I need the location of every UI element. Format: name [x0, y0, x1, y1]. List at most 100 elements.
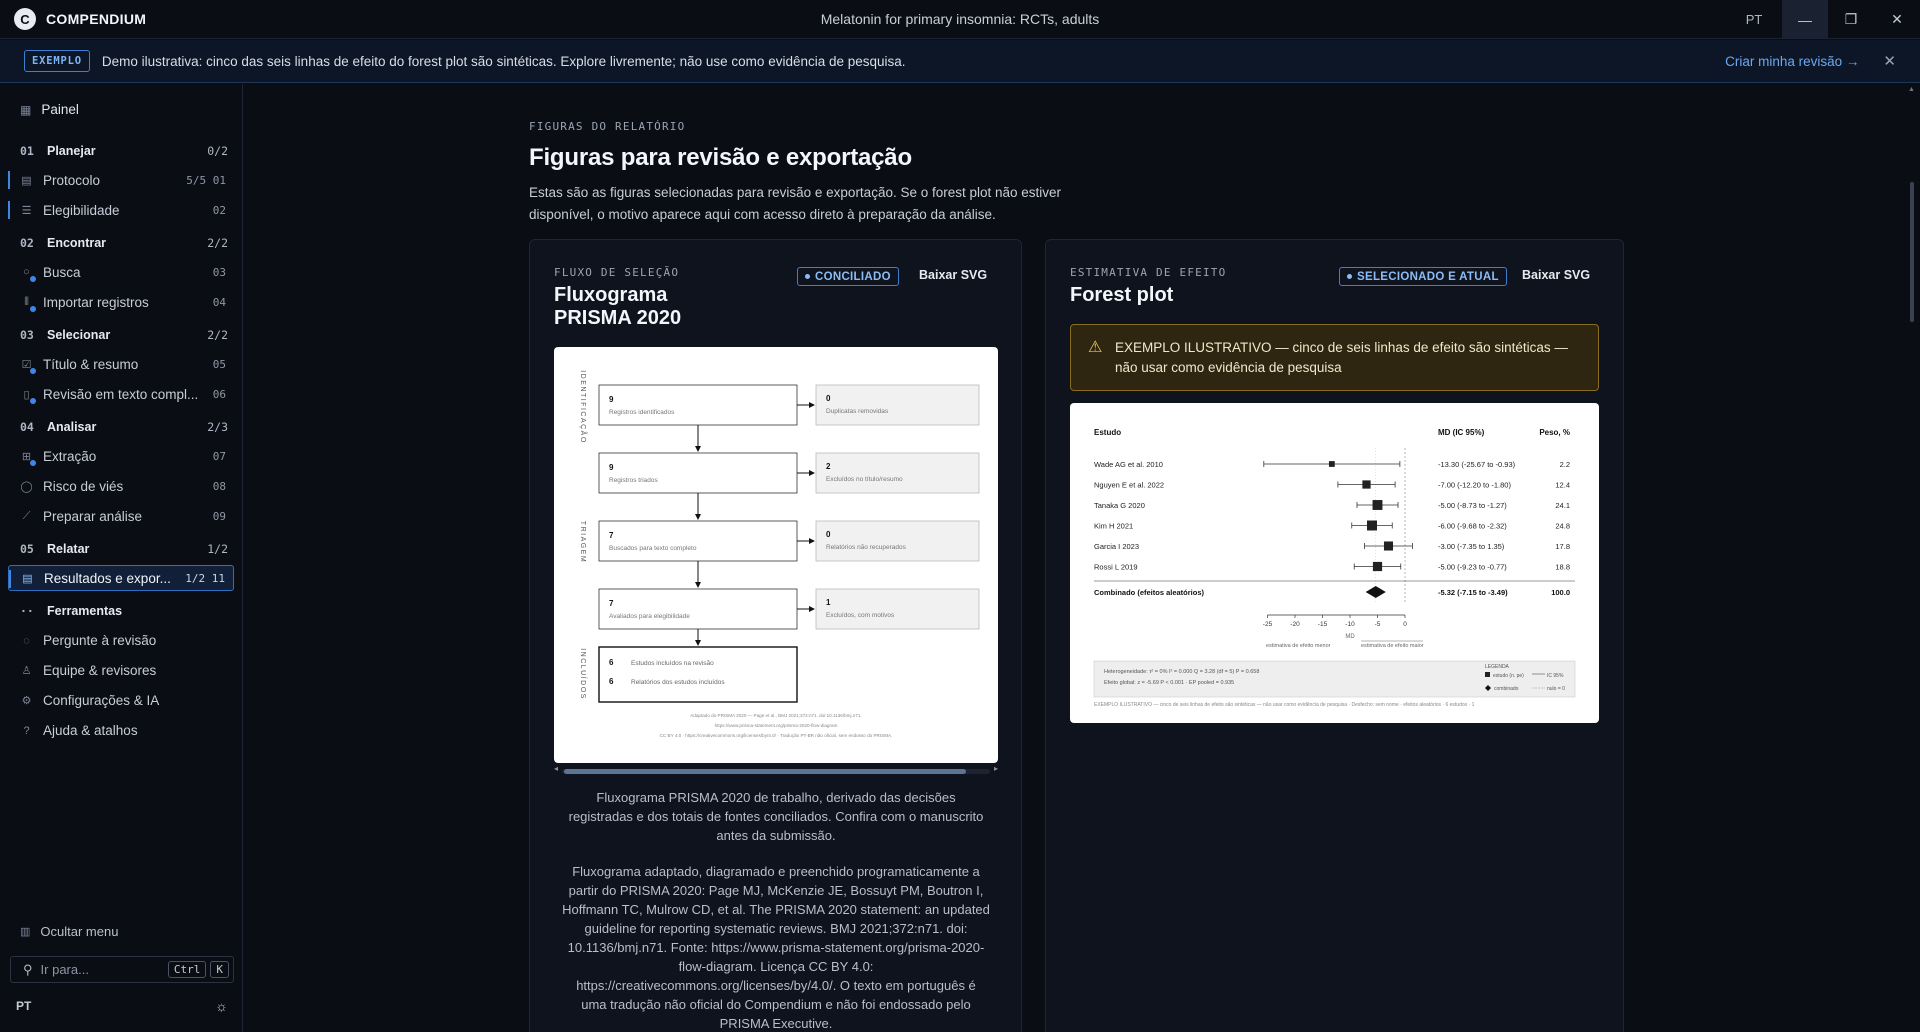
theme-toggle-icon[interactable]: ☼ [215, 998, 228, 1014]
check-square-icon: ☑ [20, 358, 36, 374]
prisma-side-box: 2 Excluídos no título/resumo [815, 452, 980, 494]
sidebar-item-titulo-resumo[interactable]: ☑ Título & resumo 05 [8, 351, 234, 377]
sidebar-item-label: Equipe & revisores [43, 663, 157, 678]
minimize-button[interactable]: — [1782, 0, 1828, 39]
horizontal-scrollbar[interactable]: ◂ ▸ [554, 764, 998, 775]
sidebar-item-texto-completo[interactable]: ▯ Revisão em texto compl... 06 [8, 381, 234, 407]
column-header: Peso, % [1539, 428, 1570, 437]
forest-plot: Estudo MD (IC 95%) Peso, % Wade AG et al. 2… [1070, 403, 1599, 723]
svg-text:Excluídos, com motivos: Excluídos, com motivos [826, 612, 895, 619]
sidebar-toggle-icon: ▥ [20, 926, 31, 938]
figure-footer: https://www.prisma-statement.org/prisma-… [715, 723, 838, 728]
ci-label: -6.00 (-9.68 to -2.32) [1438, 522, 1507, 531]
main-scrollbar[interactable]: ▲ [1904, 84, 1920, 1032]
group-count: 2/2 [207, 328, 228, 342]
svg-text:7: 7 [609, 599, 614, 608]
x-tick-label: -25 [1263, 621, 1273, 628]
svg-text:0: 0 [826, 394, 831, 403]
badge-label: SELECIONADO E ATUAL [1357, 270, 1499, 283]
ci-label: -13.30 (-25.67 to -0.93) [1438, 460, 1516, 469]
sidebar-item-resultados[interactable]: ▤ Resultados e expor... 1/2 11 [8, 565, 234, 591]
sidebar-item-meta: 09 [212, 509, 226, 523]
sidebar-item-equipe[interactable]: ♙ Equipe & revisores [20, 663, 157, 678]
sidebar-item-importar[interactable]: ⫴ Importar registros 04 [8, 289, 234, 315]
scrollbar-thumb[interactable] [1910, 182, 1914, 322]
status-badge: SELECIONADO E ATUAL [1339, 267, 1507, 286]
sidebar-item-label: Título & resumo [43, 356, 139, 372]
weight-label: 18.8 [1555, 563, 1570, 572]
close-window-button[interactable]: ✕ [1874, 0, 1920, 39]
download-svg-button[interactable]: Baixar SVG [919, 268, 987, 282]
stage-label: INCLUÍDOS [579, 648, 588, 700]
document-icon: ▤ [21, 174, 32, 187]
scroll-right-icon[interactable]: ▸ [994, 764, 998, 773]
group-count: 1/2 [207, 542, 228, 556]
sidebar-item-risco-vies[interactable]: ◯ Risco de viés 08 [8, 473, 234, 499]
sidebar-item-label: Extração [43, 448, 97, 464]
svg-text:9: 9 [609, 395, 614, 404]
filter-icon: ☰ [21, 204, 32, 217]
scroll-left-icon[interactable]: ◂ [554, 764, 558, 773]
x-axis-label-left: estimativa de efeito menor [1266, 643, 1331, 649]
x-tick-label: 0 [1403, 621, 1407, 628]
chart-line-icon: ⟋ [22, 509, 31, 522]
group-label: Ferramentas [47, 604, 123, 618]
sidebar-item-ajuda[interactable]: ? Ajuda & atalhos [20, 723, 137, 738]
card-title: Fluxograma PRISMA 2020 [554, 284, 681, 330]
section-description: Estas são as figuras selecionadas para r… [529, 185, 1062, 222]
shortcut-key: K [210, 961, 229, 978]
study-label: Kim H 2021 [1094, 522, 1133, 531]
group-relatar: 05 Relatar 1/2 [20, 542, 228, 556]
group-number: ·· [20, 604, 34, 618]
sidebar-item-label: Resultados e expor... [44, 570, 171, 586]
sidebar-item-configuracoes[interactable]: ⚙ Configurações & IA [20, 693, 160, 708]
app-name: COMPENDIUM [46, 11, 147, 27]
search-icon: ○ [20, 266, 36, 282]
group-number: 04 [20, 420, 34, 434]
sidebar-item-panel[interactable]: ▦ Painel [20, 102, 79, 117]
ci-label: -7.00 (-12.20 to -1.80) [1438, 481, 1511, 490]
overall-effect-text: Efeito global: z = -5.69 P < 0.001 · EP … [1104, 680, 1234, 686]
x-tick-label: -15 [1318, 621, 1328, 628]
example-tag: EXEMPLO [24, 50, 90, 72]
weight-label: 17.8 [1555, 542, 1570, 551]
download-svg-button[interactable]: Baixar SVG [1522, 268, 1590, 282]
svg-text:6: 6 [609, 658, 614, 667]
sidebar-item-label: Pergunte à revisão [43, 633, 157, 648]
sidebar-item-meta: 5/5 01 [186, 173, 226, 187]
group-number: 02 [20, 236, 34, 250]
x-tick-label: -10 [1345, 621, 1355, 628]
goto-search[interactable]: ⚲ Ir para... Ctrl K [10, 956, 234, 983]
synthetic-warning: ⚠ EXEMPLO ILUSTRATIVO — cinco de seis li… [1070, 324, 1599, 391]
hide-menu-button[interactable]: ▥ Ocultar menu [20, 924, 118, 939]
svg-text:0: 0 [826, 530, 831, 539]
user-icon: ♙ [21, 665, 32, 677]
sidebar-item-protocolo[interactable]: ▤ Protocolo 5/5 01 [8, 167, 234, 193]
gear-icon: ⚙ [21, 695, 32, 707]
sidebar-item-pergunte[interactable]: ◌ Pergunte à revisão [20, 633, 156, 648]
sidebar-item-extracao[interactable]: ⊞ Extração 07 [8, 443, 234, 469]
main-content: FIGURAS DO RELATÓRIO Figuras para revisã… [244, 84, 1904, 1032]
sidebar-item-meta: 1/2 11 [185, 571, 225, 585]
card-title: Forest plot [1070, 284, 1174, 306]
point-estimate [1367, 520, 1377, 531]
sidebar-item-label: Preparar análise [43, 508, 143, 524]
svg-text:9: 9 [609, 463, 614, 472]
language-switch[interactable]: PT [1726, 12, 1782, 27]
sidebar-item-meta: 04 [212, 295, 226, 309]
sidebar-item-label: Elegibilidade [43, 202, 120, 218]
maximize-button[interactable]: ❐ [1828, 0, 1874, 39]
ci-label: -3.00 (-7.35 to 1.35) [1438, 542, 1505, 551]
footer-language[interactable]: PT [16, 999, 31, 1013]
group-ferramentas: ·· Ferramentas [20, 604, 228, 618]
sidebar-item-preparar-analise[interactable]: ⟋ Preparar análise 09 [8, 503, 234, 529]
scroll-up-icon[interactable]: ▲ [1908, 86, 1915, 93]
banner-close-icon[interactable]: ✕ [1883, 52, 1896, 70]
svg-text:Relatórios não recuperados: Relatórios não recuperados [826, 544, 907, 551]
sidebar-item-busca[interactable]: ○ Busca 03 [8, 259, 234, 285]
sidebar-item-label: Configurações & IA [43, 693, 160, 708]
create-review-link[interactable]: Criar minha revisão → [1725, 54, 1859, 69]
x-tick-label: -5 [1375, 621, 1381, 628]
figure-footer: Adaptado do PRISMA 2020 — Page et al., B… [690, 713, 862, 718]
sidebar-item-elegibilidade[interactable]: ☰ Elegibilidade 02 [8, 197, 234, 223]
